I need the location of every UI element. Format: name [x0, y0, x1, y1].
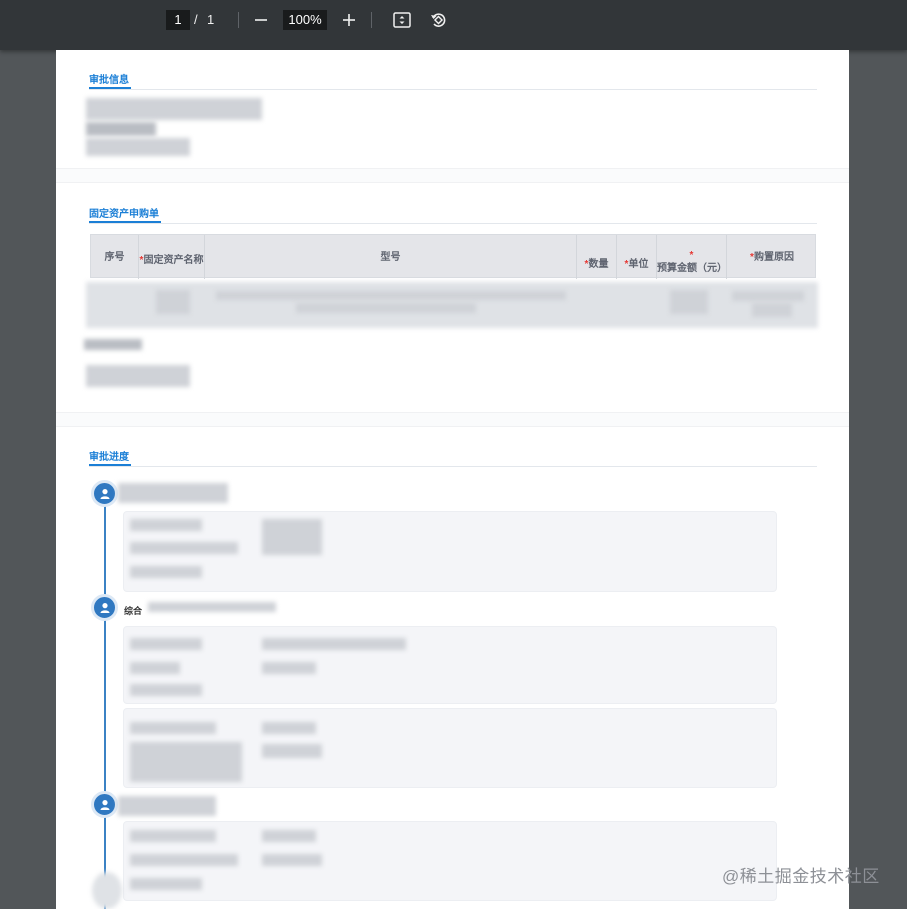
redacted-text	[86, 98, 262, 120]
section-title-asset-form: 固定资产申购单	[89, 209, 159, 220]
pdf-toolbar: 1 / 1 100%	[0, 0, 907, 50]
redacted-text	[118, 796, 216, 816]
redacted-text	[130, 566, 202, 578]
watermark: @稀土掘金技术社区	[722, 867, 880, 886]
redacted-text	[262, 519, 322, 555]
redacted-text	[130, 742, 242, 782]
redacted-text	[262, 722, 316, 734]
column-header-asset-name: *固定资产名称	[139, 235, 205, 279]
redacted-text	[216, 291, 566, 300]
redacted-text	[262, 744, 322, 758]
section-rule	[89, 466, 817, 467]
column-header-unit: *单位	[617, 235, 657, 279]
redacted-text	[130, 854, 238, 866]
user-icon	[100, 799, 109, 810]
timeline-line	[104, 505, 106, 909]
redacted-text	[130, 638, 202, 650]
redacted-text	[670, 290, 708, 314]
redacted-text	[262, 638, 406, 650]
redacted-text	[86, 122, 156, 136]
column-header-reason: *购置原因	[750, 251, 794, 263]
redacted-text	[130, 662, 180, 674]
redacted-node	[92, 872, 122, 909]
redacted-text	[148, 602, 276, 612]
redacted-text	[130, 542, 238, 554]
zoom-level-input[interactable]: 100%	[283, 10, 327, 30]
section-divider	[56, 412, 849, 427]
redacted-text	[130, 519, 202, 531]
rotate-icon	[431, 13, 446, 27]
redacted-text	[296, 303, 476, 313]
redacted-text	[84, 339, 142, 350]
section-title-approval-info: 审批信息	[89, 75, 129, 86]
redacted-text	[262, 830, 316, 842]
page-total: 1	[207, 12, 215, 27]
redacted-text	[156, 290, 190, 314]
column-header-model: 型号	[205, 235, 577, 279]
user-icon	[100, 488, 109, 499]
asset-table-header: 序号 *固定资产名称 型号 *数量 *单位 *预算金额（元） *购置原因	[90, 234, 816, 279]
redacted-text	[732, 291, 804, 301]
section-title-approval-progress: 审批进度	[89, 452, 129, 463]
timeline-step-label: 综合	[124, 606, 143, 616]
section-divider	[56, 168, 849, 183]
timeline-node	[91, 594, 118, 621]
pdf-page: 审批信息 固定资产申购单 序号 *固定资产名称 型号 *数量 *单位 *预算金额…	[56, 50, 849, 909]
redacted-text	[86, 365, 190, 387]
redacted-text	[130, 684, 202, 696]
timeline-node	[91, 791, 118, 818]
section-rule	[89, 223, 817, 224]
approval-card	[123, 626, 777, 704]
rotate-button[interactable]	[427, 9, 449, 31]
redacted-text	[262, 662, 316, 674]
column-header-index: 序号	[91, 235, 139, 279]
column-header-quantity: *数量	[577, 235, 617, 279]
user-icon	[100, 602, 109, 613]
zoom-out-icon	[255, 19, 267, 21]
zoom-in-icon	[343, 14, 355, 26]
redacted-text	[262, 854, 322, 866]
page-number-input[interactable]: 1	[166, 10, 190, 30]
toolbar-divider	[238, 12, 239, 28]
redacted-text	[130, 830, 216, 842]
fit-page-icon	[393, 12, 411, 28]
page-separator: /	[194, 12, 198, 27]
column-header-budget: *预算金额（元）	[657, 235, 727, 279]
redacted-text	[752, 303, 792, 317]
toolbar-divider	[371, 12, 372, 28]
redacted-text	[86, 138, 190, 156]
redacted-text	[130, 722, 216, 734]
redacted-text	[130, 878, 202, 890]
section-rule	[89, 89, 817, 90]
redacted-text	[118, 483, 228, 503]
timeline-node	[91, 480, 118, 507]
zoom-out-button[interactable]	[250, 9, 272, 31]
fit-page-button[interactable]	[391, 9, 413, 31]
zoom-in-button[interactable]	[338, 9, 360, 31]
